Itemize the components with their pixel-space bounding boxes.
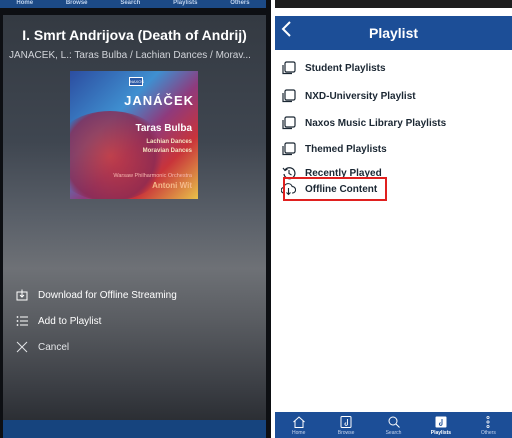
tab-label: Home xyxy=(292,430,306,436)
playlist-item-nxd-university[interactable]: NXD-University Playlist xyxy=(281,85,481,107)
download-offline-label: Download for Offline Streaming xyxy=(38,289,177,301)
nav-others[interactable]: Others xyxy=(230,0,249,6)
bottom-tab-bar: Home Browse Search Playlists Others xyxy=(275,412,512,438)
list-add-icon xyxy=(15,314,29,328)
more-icon xyxy=(486,415,490,428)
tab-search[interactable]: Search xyxy=(370,412,417,438)
action-sheet-overlay: I. Smrt Andrijova (Death of Andrij) JANA… xyxy=(3,15,266,438)
playlist-header: Playlist xyxy=(275,16,512,50)
cover-orchestra: Warsaw Philharmonic Orchestra xyxy=(113,173,192,179)
cancel-button[interactable]: Cancel xyxy=(15,340,69,354)
download-icon xyxy=(15,288,29,302)
playlist-item-label: Themed Playlists xyxy=(305,143,387,155)
bottom-tab-bar xyxy=(3,420,266,438)
highlight-box xyxy=(283,177,387,201)
back-button[interactable] xyxy=(280,18,304,42)
tab-others[interactable]: Others xyxy=(465,412,512,438)
cover-subtitle-2: Moravian Dances xyxy=(142,148,192,154)
add-to-playlist-label: Add to Playlist xyxy=(38,315,102,327)
cover-composer: JANÁČEK xyxy=(124,93,194,108)
download-offline-button[interactable]: Download for Offline Streaming xyxy=(15,288,177,302)
nav-browse[interactable]: Browse xyxy=(66,0,88,6)
playlist-item-label: NXD-University Playlist xyxy=(305,90,416,102)
top-nav-strip: Home Browse Search Playlists Others xyxy=(0,0,266,8)
playlist-item-student[interactable]: Student Playlists xyxy=(281,57,481,79)
search-icon xyxy=(388,416,400,428)
tab-playlists[interactable]: Playlists xyxy=(417,412,464,438)
home-icon xyxy=(292,416,305,428)
browse-icon xyxy=(340,416,352,428)
close-icon xyxy=(15,340,29,354)
folder-stack-icon xyxy=(281,61,296,76)
now-playing-screen: Home Browse Search Playlists Others I. S… xyxy=(0,0,271,438)
tab-home[interactable]: Home xyxy=(275,412,322,438)
add-to-playlist-button[interactable]: Add to Playlist xyxy=(15,314,101,328)
playlist-icon xyxy=(435,416,447,428)
tab-label: Others xyxy=(480,430,496,436)
cover-work: Taras Bulba xyxy=(135,123,193,134)
cover-subtitle-1: Lachian Dances xyxy=(146,139,192,145)
page-title: Playlist xyxy=(368,25,419,41)
nav-home[interactable]: Home xyxy=(16,0,33,6)
cancel-label: Cancel xyxy=(38,341,70,353)
playlist-item-label: Naxos Music Library Playlists xyxy=(305,117,447,129)
playlist-item-naxos-library[interactable]: Naxos Music Library Playlists xyxy=(281,112,481,134)
tab-browse[interactable]: Browse xyxy=(322,412,369,438)
cover-conductor: Antoni Wit xyxy=(152,181,192,190)
track-title: I. Smrt Andrijova (Death of Andrij) xyxy=(22,27,247,43)
folder-stack-icon xyxy=(281,116,296,131)
playlist-screen: Playlist Student Playlists NXD-Universit… xyxy=(275,0,512,438)
tab-label: Search xyxy=(385,430,402,436)
tab-label: Browse xyxy=(337,430,355,436)
playlist-item-label: Student Playlists xyxy=(305,62,386,74)
folder-stack-icon xyxy=(281,142,296,157)
nav-search[interactable]: Search xyxy=(120,0,140,6)
track-subtitle: JANACEK, L.: Taras Bulba / Lachian Dance… xyxy=(9,50,251,61)
chevron-left-icon xyxy=(281,21,291,37)
naxos-logo: NAXOS xyxy=(129,77,145,86)
album-cover: NAXOS JANÁČEK Taras Bulba Lachian Dances… xyxy=(70,71,198,199)
playlist-item-themed[interactable]: Themed Playlists xyxy=(281,138,481,160)
nav-playlists[interactable]: Playlists xyxy=(173,0,197,6)
status-strip xyxy=(275,0,512,8)
folder-stack-icon xyxy=(281,89,296,104)
tab-label: Playlists xyxy=(430,430,452,436)
